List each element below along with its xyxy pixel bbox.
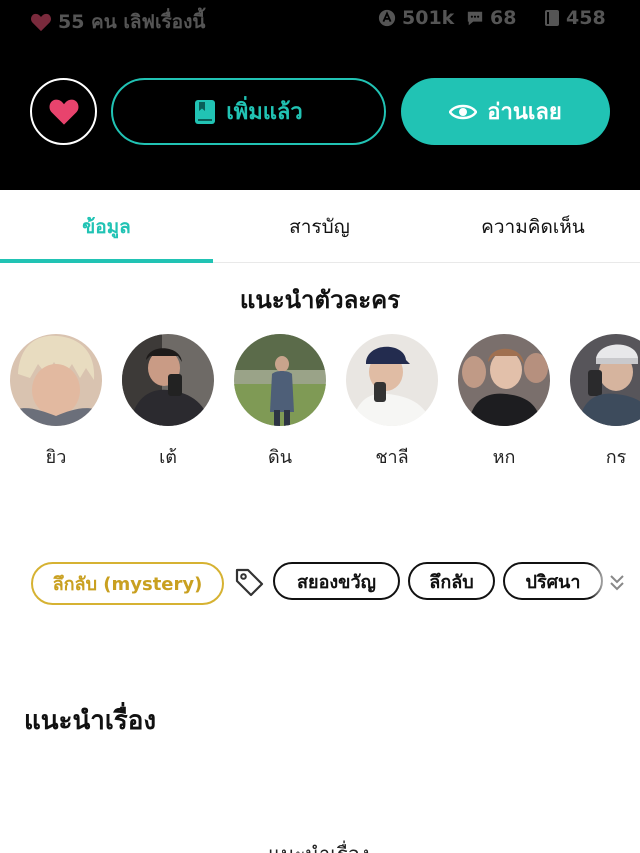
- stats-bar: 55 คน เลิฟเรื่องนี้ 501k 68 458: [0, 0, 640, 38]
- character-name: ยิว: [45, 447, 67, 468]
- tab-info[interactable]: ข้อมูล: [0, 190, 213, 263]
- read-now-button[interactable]: อ่านเลย: [401, 78, 610, 145]
- character-item[interactable]: ชาลี: [346, 334, 438, 471]
- tab-comments[interactable]: ความคิดเห็น: [426, 190, 640, 263]
- avatar: [234, 334, 326, 426]
- character-name: ชาลี: [375, 447, 409, 468]
- chapters-count: 458: [566, 7, 606, 29]
- character-item[interactable]: ยิว: [10, 334, 102, 471]
- eye-icon: [449, 104, 478, 119]
- likes-stat: 55 คน เลิฟเรื่องนี้: [30, 7, 205, 37]
- read-label: อ่านเลย: [487, 100, 562, 125]
- comments-count: 68: [490, 7, 517, 29]
- character-name: หก: [492, 447, 516, 468]
- added-to-library-button[interactable]: เพิ่มแล้ว: [111, 78, 386, 145]
- character-list: ยิว เต้ ดิน ชาลี หก กร: [0, 334, 640, 474]
- chevron-double-down-icon[interactable]: [608, 572, 626, 594]
- heart-icon: [31, 13, 51, 32]
- recommended-stories-subtitle: แนะนำเรื่อง: [268, 838, 370, 853]
- character-item[interactable]: กร: [570, 334, 640, 471]
- chapters-stat: 458: [544, 7, 606, 29]
- character-name: กร: [605, 447, 627, 468]
- avatar: [122, 334, 214, 426]
- tag-chip[interactable]: สยองขวัญ: [273, 562, 400, 600]
- tag-chip[interactable]: ปริศนา: [503, 562, 603, 600]
- comments-stat: 68: [466, 7, 516, 29]
- book-icon: [545, 10, 559, 26]
- tag-row: ลึกลับ (mystery) สยองขวัญ ลึกลับ ปริศนา: [0, 560, 640, 608]
- tab-bar: ข้อมูล สารบัญ ความคิดเห็น: [0, 190, 640, 263]
- tag-chip[interactable]: ลึกลับ: [408, 562, 495, 600]
- views-stat: 501k: [378, 7, 454, 29]
- avatar: [570, 334, 640, 426]
- recommended-stories-title: แนะนำเรื่อง: [24, 706, 157, 736]
- genre-tag-mystery[interactable]: ลึกลับ (mystery): [31, 562, 224, 605]
- character-name: เต้: [159, 447, 177, 468]
- characters-title: แนะนำตัวละคร: [239, 286, 401, 314]
- bookmark-book-icon: [195, 99, 216, 124]
- added-label: เพิ่มแล้ว: [226, 100, 303, 125]
- comment-icon: [467, 11, 483, 25]
- character-item[interactable]: เต้: [122, 334, 214, 471]
- character-item[interactable]: ดิน: [234, 334, 326, 471]
- story-header: 55 คน เลิฟเรื่องนี้ 501k 68 458 เพิ่มแล้…: [0, 0, 640, 190]
- love-button[interactable]: [30, 78, 97, 145]
- views-icon: [378, 9, 396, 27]
- character-item[interactable]: หก: [458, 334, 550, 471]
- views-count: 501k: [402, 7, 455, 29]
- likes-count: 55 คน เลิฟเรื่องนี้: [58, 11, 206, 33]
- character-name: ดิน: [268, 447, 292, 468]
- tab-active-indicator: [0, 259, 213, 263]
- heart-icon: [49, 99, 78, 125]
- avatar: [458, 334, 550, 426]
- avatar: [346, 334, 438, 426]
- tag-icon: [235, 568, 264, 597]
- tab-contents[interactable]: สารบัญ: [213, 190, 426, 263]
- avatar: [10, 334, 102, 426]
- tag-fade-overlay: [590, 560, 610, 606]
